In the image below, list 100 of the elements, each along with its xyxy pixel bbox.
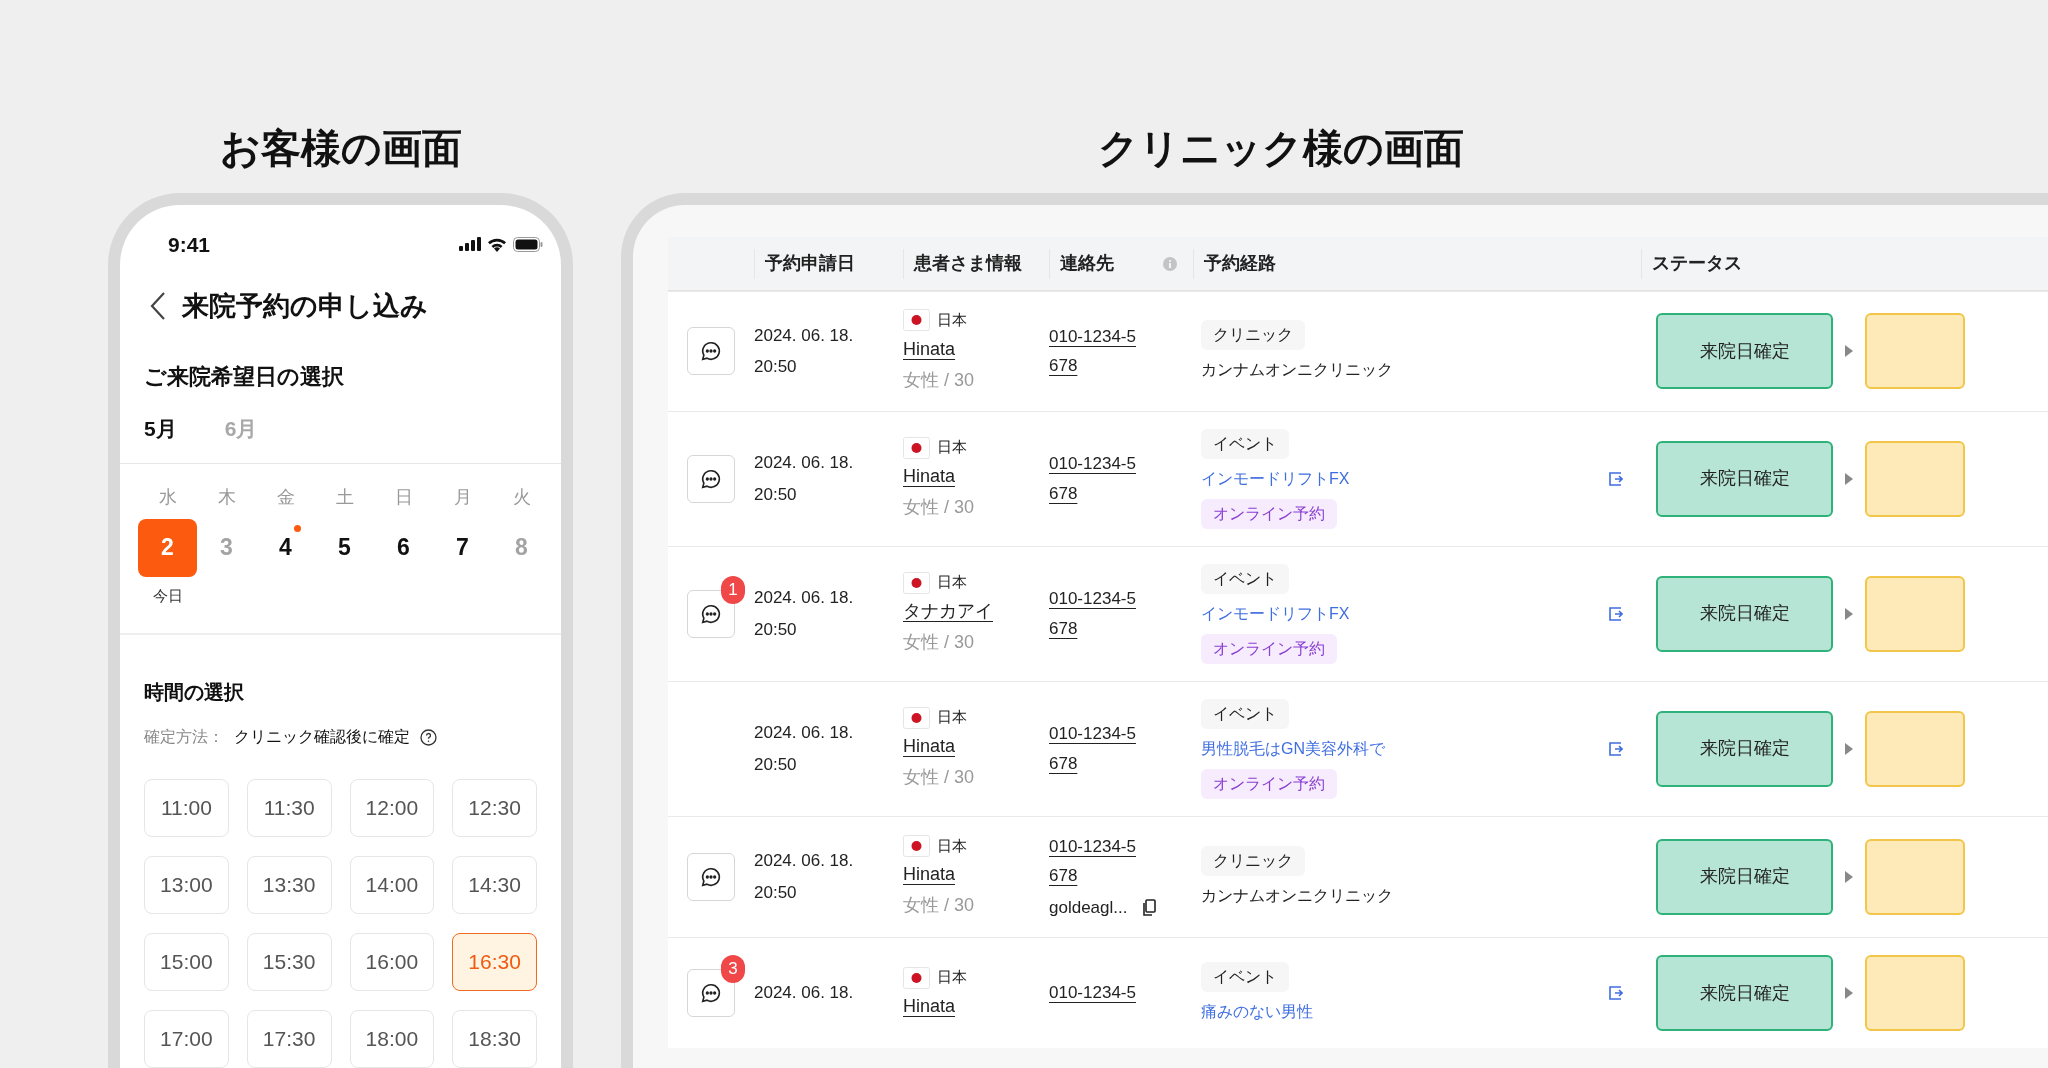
patient-name-link[interactable]: Hinata [903, 861, 956, 888]
flag-icon [903, 571, 930, 594]
weekday-label: 日 [394, 485, 413, 509]
time-slot-button[interactable]: 15:00 [144, 933, 229, 991]
weekday-label: 月 [453, 485, 472, 509]
patient-name-link[interactable]: タナカアイ [903, 597, 993, 625]
column-header: ステータス [1652, 252, 1742, 275]
open-link-icon[interactable] [1609, 986, 1623, 1000]
chat-icon [700, 602, 722, 625]
time-slot-button[interactable]: 12:30 [452, 779, 537, 837]
triangle-icon [1845, 742, 1853, 755]
back-icon[interactable] [150, 290, 166, 321]
route-type-tag: クリニック [1201, 320, 1305, 351]
chat-button[interactable] [687, 454, 735, 503]
time-slot-button[interactable]: 17:00 [144, 1010, 229, 1068]
date-button[interactable]: 6 [374, 518, 433, 577]
phone-link[interactable]: 010-1234-5 [1049, 980, 1136, 1006]
weekday-label: 土 [335, 485, 354, 509]
wifi-icon [487, 236, 507, 252]
route-type-tag: イベント [1201, 428, 1289, 459]
status-button[interactable]: 来院日確定 [1656, 575, 1833, 652]
gender-age: 女性 / 30 [903, 630, 976, 654]
online-booking-tag: オンライン予約 [1201, 498, 1337, 529]
signal-icon [459, 237, 481, 252]
status-button[interactable]: 来院日確定 [1656, 955, 1833, 1031]
chat-button[interactable] [687, 327, 735, 376]
request-date: 2024. 06. 18. [754, 722, 855, 744]
phone-link[interactable]: 010-1234-5 [1049, 586, 1136, 612]
triangle-icon [1845, 870, 1853, 883]
unread-badge: 3 [721, 955, 745, 983]
clinic-name: カンナムオンニクリニック [1201, 885, 1393, 906]
request-time: 20:50 [754, 483, 798, 506]
page-title: 来院予約の申し込み [182, 289, 428, 323]
section-title: 時間の選択 [144, 680, 245, 705]
gender-age: 女性 / 30 [903, 368, 976, 392]
phone-link[interactable]: 678 [1049, 480, 1078, 506]
triangle-icon [1845, 987, 1853, 999]
help-icon[interactable] [420, 728, 437, 746]
phone-link[interactable]: 678 [1049, 353, 1078, 379]
time-slot-button[interactable]: 18:30 [452, 1010, 537, 1068]
open-link-icon[interactable] [1609, 741, 1623, 756]
time-slot-button[interactable]: 13:30 [246, 856, 332, 914]
open-link-icon[interactable] [1609, 471, 1623, 486]
phone-link[interactable]: 678 [1049, 750, 1078, 776]
time-slot-button[interactable]: 17:30 [246, 1010, 332, 1068]
route-type-tag: クリニック [1201, 845, 1305, 876]
column-header: 連絡先 [1060, 252, 1114, 275]
status-button[interactable]: 来院日確定 [1656, 313, 1833, 390]
phone-link[interactable]: 010-1234-5 [1049, 451, 1136, 477]
phone-link[interactable]: 010-1234-5 [1049, 721, 1136, 747]
patient-name-link[interactable]: Hinata [903, 732, 956, 760]
flag-icon [903, 309, 930, 332]
country-label: 日本 [937, 835, 967, 856]
chat-icon [700, 865, 722, 888]
gender-age: 女性 / 30 [903, 765, 976, 789]
country-label: 日本 [937, 967, 967, 988]
time-slot-button[interactable]: 18:00 [349, 1010, 435, 1068]
route-type-tag: イベント [1201, 563, 1289, 594]
request-time: 20:50 [754, 618, 798, 641]
request-date: 2024. 06. 18. [754, 324, 855, 347]
open-link-icon[interactable] [1609, 606, 1623, 621]
country-label: 日本 [937, 310, 967, 330]
country-label: 日本 [937, 707, 967, 728]
online-booking-tag: オンライン予約 [1201, 633, 1337, 664]
time-slot-button[interactable]: 13:00 [144, 856, 229, 914]
column-header: 予約申請日 [765, 252, 855, 275]
date-button[interactable]: 5 [315, 518, 374, 577]
phone-link[interactable]: 010-1234-5 [1049, 323, 1136, 350]
time-slot-button[interactable]: 12:00 [349, 779, 435, 837]
status-button[interactable]: 来院日確定 [1656, 440, 1833, 517]
date-button[interactable]: 7 [433, 518, 492, 577]
copy-icon[interactable] [1143, 898, 1157, 916]
phone-link[interactable]: 678 [1049, 863, 1078, 889]
time-slot-button[interactable]: 14:00 [349, 856, 435, 914]
time-slot-button[interactable]: 14:30 [452, 856, 537, 914]
time-slot-button[interactable]: 11:30 [246, 779, 332, 837]
time-slot-button[interactable]: 15:30 [246, 933, 332, 991]
event-link[interactable]: インモードリフトFX [1201, 466, 1350, 491]
flag-icon [903, 436, 930, 459]
patient-name-link[interactable]: Hinata [903, 335, 956, 363]
patient-name-link[interactable]: Hinata [903, 462, 956, 490]
status-button[interactable]: 来院日確定 [1656, 838, 1833, 915]
phone-link[interactable]: 678 [1049, 615, 1078, 641]
phone-link[interactable]: 010-1234-5 [1049, 833, 1136, 859]
event-link[interactable]: 痛みのない男性 [1201, 1000, 1313, 1024]
event-link[interactable]: 男性脱毛はGN美容外科で [1201, 736, 1385, 761]
event-link[interactable]: インモードリフトFX [1201, 601, 1350, 626]
method-value: クリニック確認後に確定 [234, 727, 410, 747]
status-button[interactable]: 来院日確定 [1656, 710, 1833, 787]
time-slot-button[interactable]: 16:00 [349, 933, 435, 991]
triangle-icon [1845, 607, 1853, 620]
triangle-icon [1845, 345, 1853, 358]
month-tab[interactable]: 5月 [144, 413, 177, 445]
patient-name-link[interactable]: Hinata [903, 992, 956, 1020]
chat-button[interactable] [687, 852, 735, 901]
date-button[interactable]: 4 [256, 518, 315, 577]
weekday-label: 金 [276, 485, 295, 509]
route-type-tag: イベント [1201, 962, 1289, 992]
weekday-label: 木 [217, 485, 236, 509]
time-slot-button[interactable]: 11:00 [144, 779, 229, 837]
